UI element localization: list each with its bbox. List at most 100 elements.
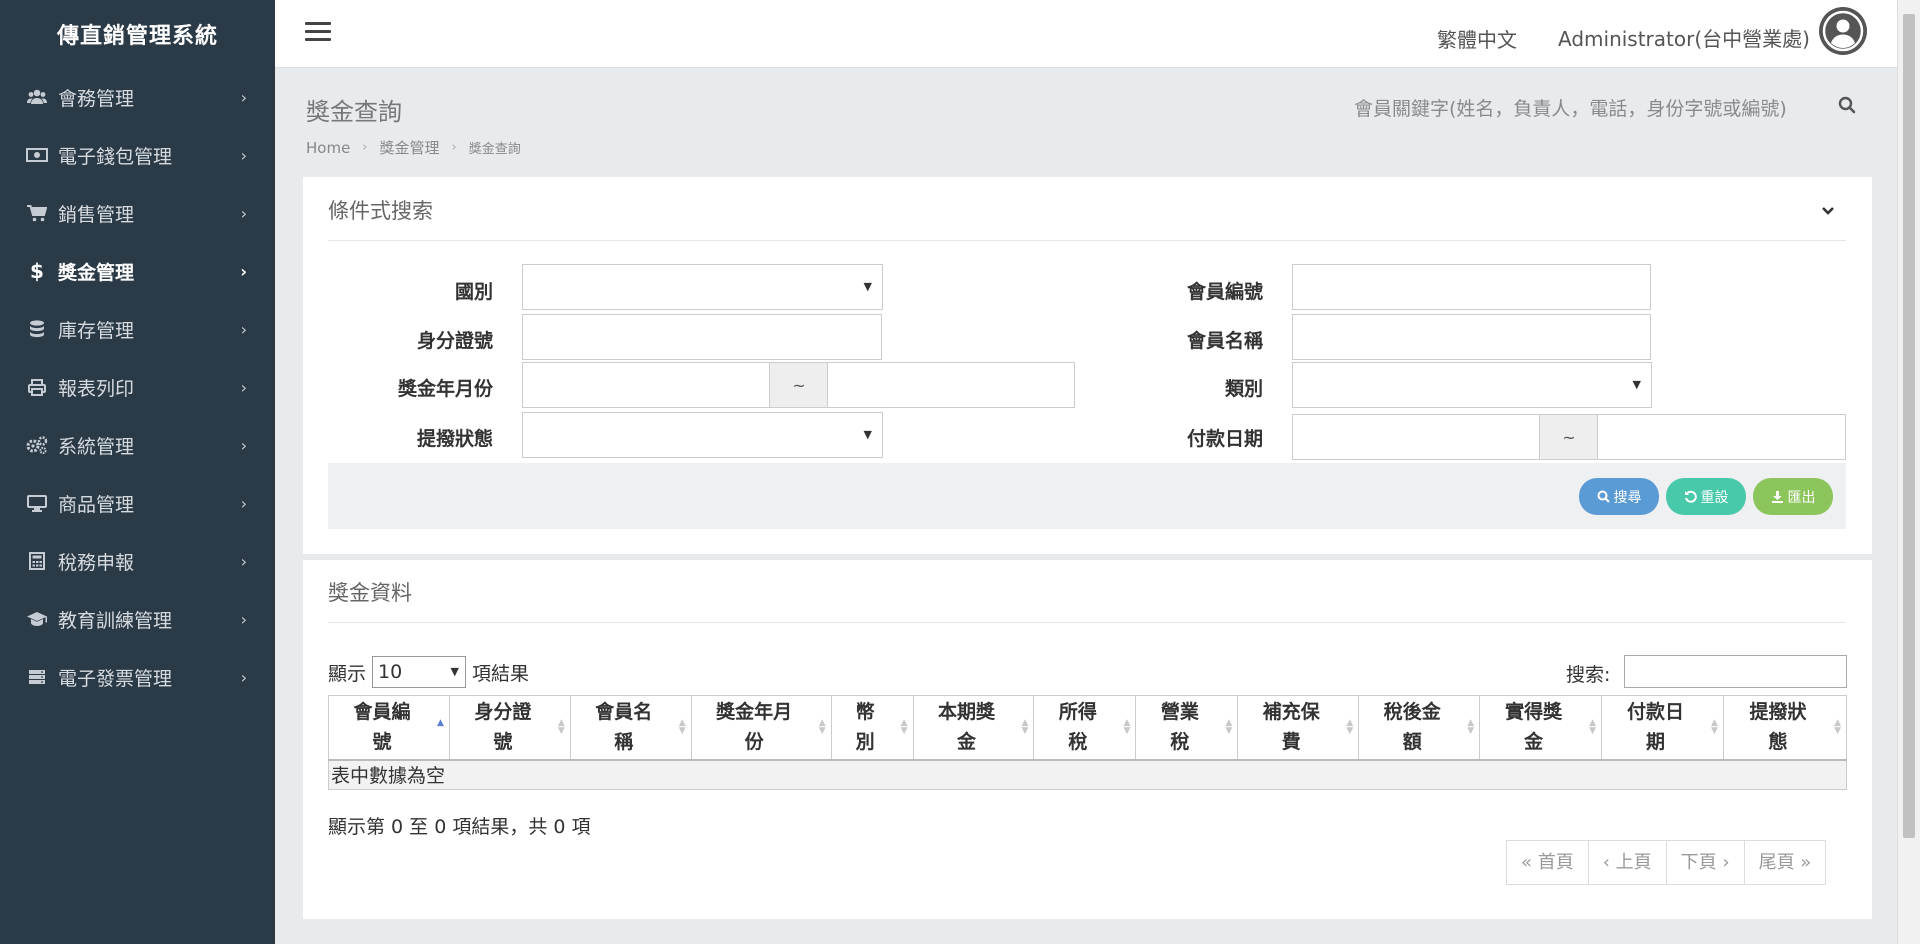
sidebar-item-system[interactable]: 系統管理 ›	[0, 416, 275, 474]
col-business-tax[interactable]: 營業稅 ▲ ▼	[1135, 695, 1239, 761]
sidebar-item-reports[interactable]: 報表列印 ›	[0, 358, 275, 416]
breadcrumb-bonus-management[interactable]: 獎金管理	[380, 137, 440, 158]
undo-icon	[1684, 490, 1697, 503]
breadcrumb: Home › 獎金管理 › 獎金查詢	[306, 137, 521, 158]
table-search-label: 搜索:	[1566, 664, 1611, 686]
graduation-cap-icon	[24, 611, 50, 627]
member-name-input[interactable]	[1292, 314, 1651, 360]
search-button[interactable]: 搜尋	[1579, 478, 1659, 515]
bonus-month-end-input[interactable]	[827, 362, 1075, 408]
sort-icon: ▲ ▼	[1589, 718, 1597, 736]
search-button-label: 搜尋	[1613, 489, 1642, 506]
sidebar-item-ewallet[interactable]: 電子錢包管理 ›	[0, 126, 275, 184]
country-select[interactable]	[522, 264, 883, 310]
chevron-right-icon: ›	[240, 87, 247, 107]
page-scrollbar[interactable]	[1897, 0, 1920, 944]
pay-date-label: 付款日期	[1186, 428, 1263, 450]
sort-icon: ▲ ▼	[900, 718, 908, 736]
chevron-right-icon: ›	[240, 667, 247, 687]
cart-icon	[24, 204, 50, 222]
sidebar-item-inventory[interactable]: 庫存管理 ›	[0, 300, 275, 358]
sort-icon: ▲ ▼	[1123, 718, 1131, 736]
calculator-icon	[24, 552, 50, 570]
empty-table-message: 表中數據為空	[328, 759, 1847, 790]
col-income-tax[interactable]: 所得稅 ▲ ▼	[1033, 695, 1137, 761]
sidebar-item-label: 會務管理	[58, 87, 135, 110]
user-menu[interactable]: Administrator(台中營業處)	[1558, 23, 1810, 52]
keyword-search-input[interactable]: 會員關鍵字(姓名，負責人，電話，身份字號或編號)	[1354, 94, 1787, 121]
chevron-right-icon: ›	[240, 319, 247, 339]
sidebar-item-sales[interactable]: 銷售管理 ›	[0, 184, 275, 242]
scrollbar-thumb[interactable]	[1903, 14, 1915, 838]
length-suffix: 項結果	[472, 662, 530, 685]
sidebar-item-bonus[interactable]: $ 獎金管理 ›	[0, 242, 275, 300]
category-select[interactable]	[1292, 362, 1652, 408]
sidebar-item-label: 庫存管理	[58, 319, 135, 342]
bonus-month-start-input[interactable]	[522, 362, 770, 408]
desktop-icon	[24, 494, 50, 512]
pay-date-start-input[interactable]	[1292, 414, 1540, 460]
col-after-tax-amount[interactable]: 稅後金額 ▲ ▼	[1358, 695, 1481, 761]
next-page-button[interactable]: 下頁 ›	[1665, 841, 1744, 884]
user-avatar-icon[interactable]	[1819, 7, 1867, 55]
last-page-button[interactable]: 尾頁 »	[1743, 841, 1826, 884]
bonus-data-panel: 獎金資料 顯示 10 項結果 搜索: 會員編號▲ 身分證號▲▼ 會員名稱▲▼ 獎…	[303, 560, 1872, 919]
category-label: 類別	[1224, 378, 1263, 400]
page-length-select[interactable]: 10	[372, 656, 467, 688]
col-pay-date[interactable]: 付款日期 ▲ ▼	[1601, 695, 1724, 761]
table-search-input[interactable]	[1624, 655, 1847, 688]
id-number-input[interactable]	[522, 314, 882, 360]
sort-icon: ▲ ▼	[557, 718, 565, 736]
col-bonus-month[interactable]: 獎金年月份 ▲ ▼	[690, 695, 832, 761]
chevron-right-icon: ›	[240, 261, 247, 281]
export-button[interactable]: 匯出	[1753, 478, 1833, 515]
chevron-right-icon: ›	[240, 377, 247, 397]
table-row: 表中數據為空	[328, 759, 1847, 790]
chevron-right-icon: ›	[240, 203, 247, 223]
sort-icon: ▲ ▼	[1467, 718, 1475, 736]
col-id-number[interactable]: 身分證號 ▲ ▼	[448, 695, 571, 761]
sort-icon: ▲ ▼	[1711, 718, 1718, 736]
sort-icon: ▲ ▼	[1021, 718, 1029, 736]
col-currency[interactable]: 幣別 ▲ ▼	[830, 695, 914, 761]
sidebar-item-tax[interactable]: 稅務申報 ›	[0, 532, 275, 590]
sort-icon: ▲ ▼	[1346, 718, 1354, 736]
first-page-button[interactable]: « 首頁	[1507, 841, 1588, 884]
sort-asc-icon: ▲	[436, 718, 444, 728]
col-member-name[interactable]: 會員名稱 ▲ ▼	[569, 695, 692, 761]
search-icon[interactable]	[1838, 96, 1856, 118]
member-no-label: 會員編號	[1186, 281, 1263, 303]
breadcrumb-home[interactable]: Home	[306, 139, 350, 157]
sidebar-item-education[interactable]: 教育訓練管理 ›	[0, 590, 275, 648]
status-label: 提撥狀態	[416, 428, 493, 450]
gears-icon	[24, 436, 50, 454]
reset-button[interactable]: 重設	[1666, 478, 1746, 515]
col-status[interactable]: 提撥狀態 ▲ ▼	[1722, 695, 1848, 761]
money-icon	[24, 148, 50, 162]
sort-icon: ▲ ▼	[1225, 718, 1233, 736]
action-bar: 搜尋 重設 匯出	[328, 463, 1846, 529]
chevron-right-icon: ›	[240, 435, 247, 455]
status-select[interactable]	[522, 412, 883, 458]
reset-button-label: 重設	[1700, 489, 1729, 506]
chevron-right-icon: ›	[451, 140, 457, 155]
member-no-input[interactable]	[1292, 264, 1651, 310]
sidebar-item-products[interactable]: 商品管理 ›	[0, 474, 275, 532]
range-separator: ~	[1540, 414, 1598, 460]
sidebar-item-label: 系統管理	[58, 435, 135, 458]
pay-date-end-input[interactable]	[1597, 414, 1846, 460]
sidebar: 傳直銷管理系統 會務管理 › 電子錢包管理 › 銷售管理 › $ 獎金管理 ›	[0, 0, 275, 944]
sidebar-item-member[interactable]: 會務管理 ›	[0, 68, 275, 126]
collapse-chevron-icon[interactable]	[1821, 201, 1835, 220]
language-switch[interactable]: 繁體中文	[1437, 24, 1517, 53]
col-supplementary-premium[interactable]: 補充保費 ▲ ▼	[1237, 695, 1360, 761]
sidebar-item-label: 電子錢包管理	[58, 145, 173, 168]
col-net-bonus[interactable]: 實得獎金 ▲ ▼	[1479, 695, 1603, 761]
col-current-bonus[interactable]: 本期獎金 ▲ ▼	[912, 695, 1035, 761]
col-member-no[interactable]: 會員編號 ▲	[328, 695, 450, 761]
sidebar-item-einvoice[interactable]: 電子發票管理 ›	[0, 648, 275, 706]
prev-page-button[interactable]: ‹ 上頁	[1587, 841, 1666, 884]
page-length-control: 顯示 10 項結果	[328, 656, 529, 688]
hamburger-menu-icon[interactable]	[305, 22, 331, 44]
download-icon	[1771, 491, 1783, 503]
